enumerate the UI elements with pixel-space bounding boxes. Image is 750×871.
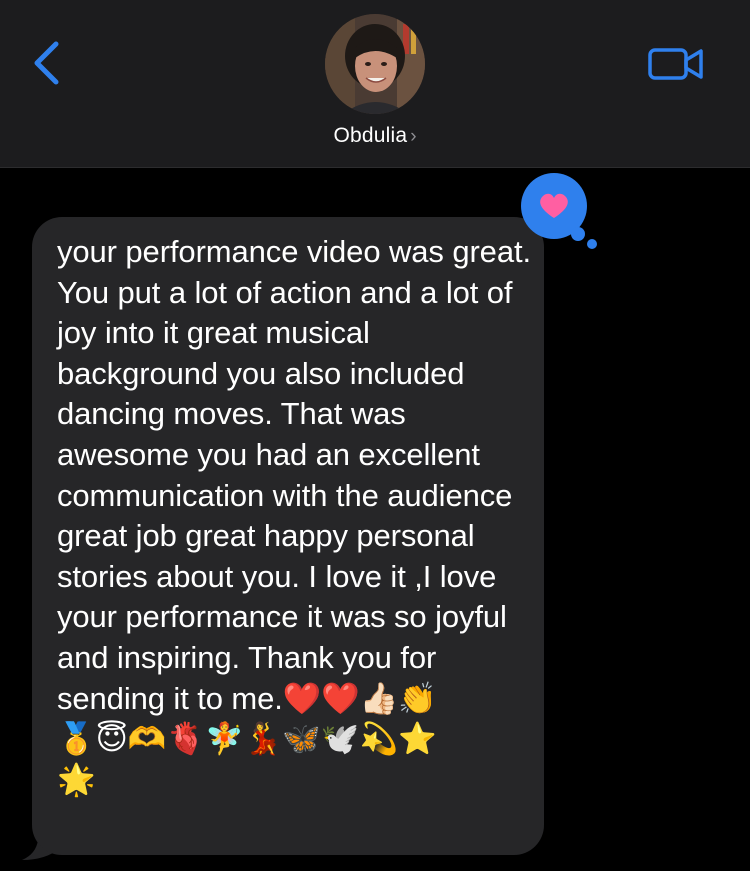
- chevron-right-icon: ›: [410, 126, 417, 147]
- contact-name-button[interactable]: Obdulia ›: [0, 124, 750, 148]
- conversation-header: Obdulia ›: [0, 0, 750, 168]
- message-body: your performance video was great. You pu…: [57, 234, 531, 716]
- message-emojis-row-2: 🌟: [57, 761, 96, 798]
- chevron-left-icon[interactable]: [28, 38, 68, 88]
- message-emojis-inline: ❤️❤️👍🏻👏: [282, 680, 437, 717]
- heart-tapback[interactable]: [520, 172, 600, 252]
- message-emojis-row: 🥇😇🫶🫀🧚💃🦋🕊️💫⭐: [57, 721, 437, 758]
- avatar[interactable]: [325, 14, 425, 114]
- message-text: your performance video was great. You pu…: [57, 232, 537, 800]
- video-camera-icon[interactable]: [646, 44, 706, 84]
- contact-name: Obdulia: [333, 124, 408, 147]
